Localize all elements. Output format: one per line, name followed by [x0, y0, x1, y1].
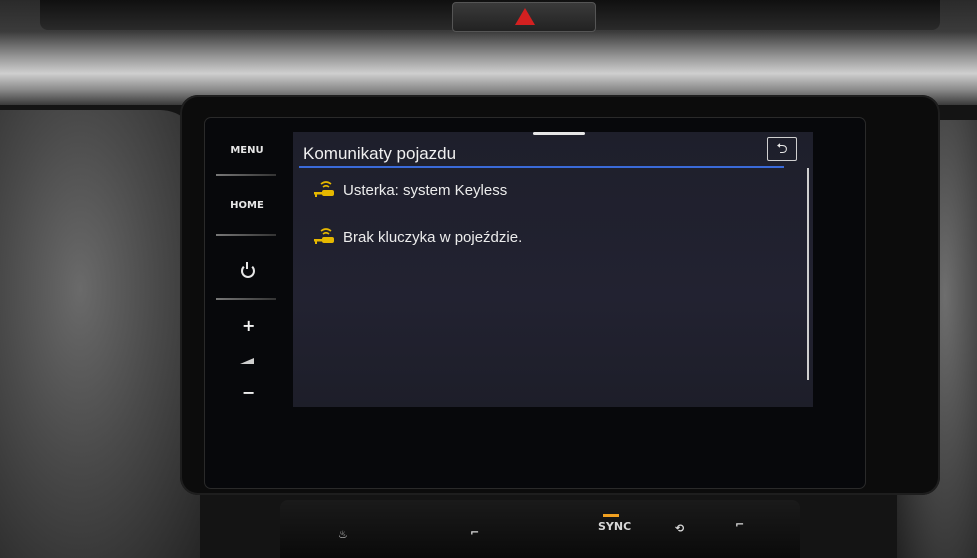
back-arrow-icon: ⮌	[776, 141, 788, 157]
power-icon[interactable]	[241, 262, 255, 278]
divider	[216, 298, 276, 300]
scrollbar[interactable]	[807, 168, 809, 380]
menu-button[interactable]: MENU	[212, 145, 282, 156]
message-text: Brak kluczyka w pojeździe.	[343, 228, 523, 246]
pull-down-handle[interactable]	[533, 132, 585, 135]
dashboard-trim	[0, 0, 977, 105]
climate-panel: SYNC ♨ ⌐ ⟲ ⌐	[280, 500, 800, 558]
volume-down-button[interactable]: −	[242, 383, 255, 402]
back-button[interactable]: ⮌	[767, 137, 797, 161]
sync-button[interactable]: SYNC	[598, 520, 631, 533]
home-button[interactable]: HOME	[212, 200, 282, 211]
seat-ventilation-icon[interactable]: ⌐	[735, 518, 744, 531]
key-warning-icon	[314, 228, 334, 244]
message-text: Usterka: system Keyless	[343, 181, 508, 199]
vehicle-messages-screen: Komunikaty pojazdu ⮌ Usterka: system Key…	[293, 132, 813, 407]
volume-up-button[interactable]: +	[242, 316, 255, 335]
key-warning-icon	[314, 181, 334, 197]
title-underline	[299, 166, 784, 168]
hazard-icon	[515, 8, 535, 25]
sync-indicator-led	[603, 514, 619, 517]
left-seat-trim	[0, 110, 200, 558]
recirculation-icon[interactable]: ⟲	[675, 522, 684, 535]
divider	[216, 234, 276, 236]
volume-icon	[240, 358, 254, 364]
divider	[216, 174, 276, 176]
list-item[interactable]: Brak kluczyka w pojeździe.	[313, 225, 522, 249]
seat-heat-icon[interactable]: ♨	[338, 528, 348, 541]
side-button-column: MENU HOME + −	[212, 130, 282, 410]
seat-icon[interactable]: ⌐	[470, 526, 479, 539]
list-item[interactable]: Usterka: system Keyless	[313, 178, 507, 202]
hazard-button[interactable]	[452, 2, 596, 32]
page-title: Komunikaty pojazdu	[303, 144, 457, 163]
